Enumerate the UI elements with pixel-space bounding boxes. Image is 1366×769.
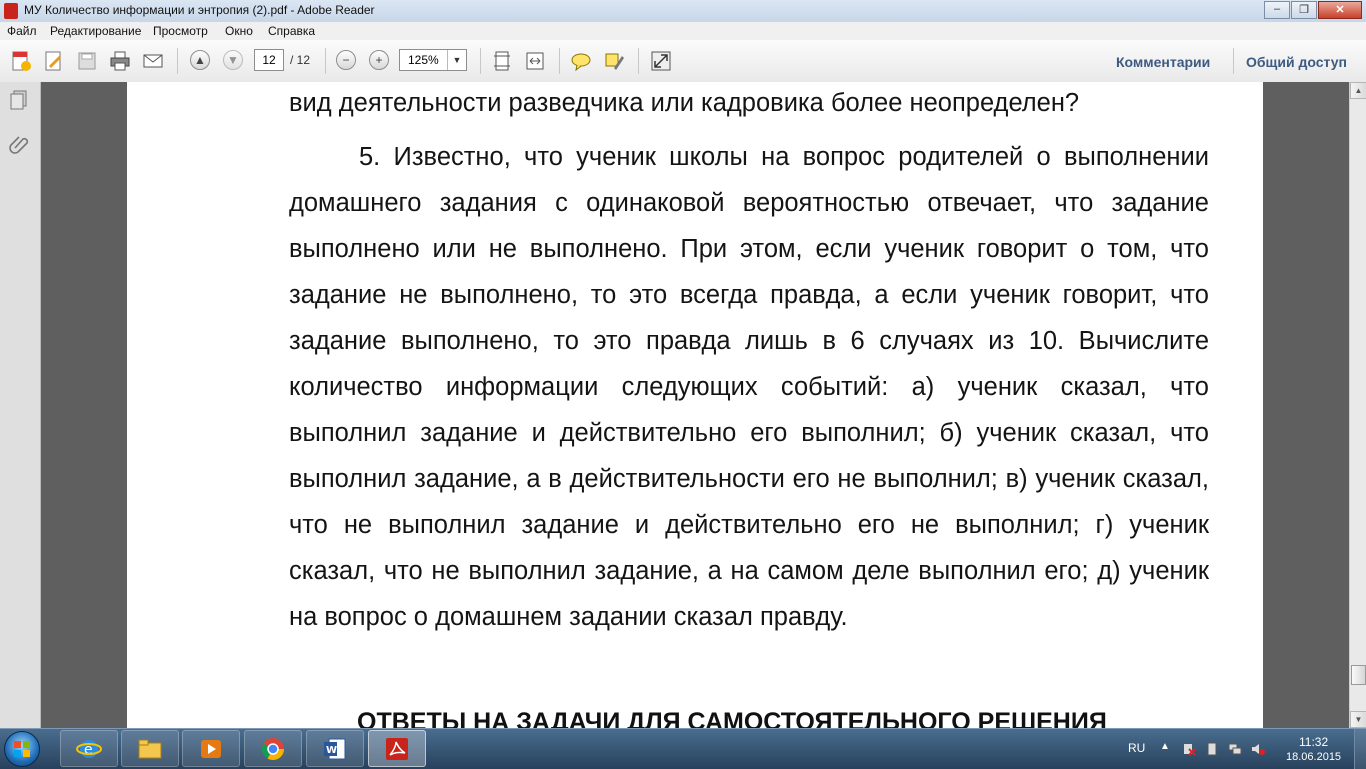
attachments-icon[interactable] [8,133,30,155]
task-text: 5. Известно, что ученик школы на вопрос … [289,143,1209,631]
restore-button[interactable]: ❐ [1291,1,1317,19]
navigation-pane [0,82,41,728]
start-button[interactable] [4,731,40,767]
zoom-in-button[interactable]: + [369,50,389,70]
tray-device-icon[interactable] [1205,742,1219,756]
create-pdf-icon[interactable] [10,50,32,72]
share-pane-link[interactable]: Общий доступ [1246,54,1347,70]
task-5-paragraph: 5. Известно, что ученик школы на вопрос … [289,134,1209,640]
fit-page-icon[interactable] [491,50,513,72]
save-icon[interactable] [76,50,98,72]
network-icon[interactable] [1228,742,1242,756]
arrow-down-icon: ▼ [227,53,239,67]
highlight-icon[interactable] [603,50,625,72]
show-hidden-icons-button[interactable]: ▲ [1160,741,1170,752]
chevron-down-icon[interactable]: ▼ [447,50,466,70]
media-player-icon [201,740,221,758]
email-icon[interactable] [142,50,164,72]
toolbar-separator [325,48,326,74]
show-desktop-button[interactable] [1354,729,1366,769]
fit-width-icon[interactable] [524,50,546,72]
comment-icon[interactable] [570,50,592,72]
toolbar-separator [1233,48,1234,74]
page-thumbnails-icon[interactable] [8,89,30,111]
tray-flag-icon[interactable] [1182,742,1196,756]
toolbar-separator [480,48,481,74]
fullscreen-icon[interactable] [650,50,672,72]
volume-muted-icon[interactable] [1251,742,1265,756]
print-icon[interactable] [109,50,131,72]
window-title: МУ Количество информации и энтропия (2).… [24,3,375,17]
plus-icon: + [375,53,383,67]
comments-pane-link[interactable]: Комментарии [1116,54,1210,70]
page-number-input[interactable]: 12 [254,49,284,71]
taskbar: e W RU ▲ 11:32 18.06.2015 [0,728,1366,769]
chrome-icon [262,738,284,760]
language-indicator[interactable]: RU [1128,741,1145,755]
clock-date[interactable]: 18.06.2015 [1286,751,1341,763]
scroll-down-button[interactable]: ▼ [1350,711,1366,728]
previous-page-button[interactable]: ▲ [190,50,210,70]
taskbar-internet-explorer[interactable]: e [60,730,118,767]
edit-icon[interactable] [43,50,65,72]
toolbar-separator [638,48,639,74]
close-icon: ✕ [1335,4,1345,16]
toolbar-separator [559,48,560,74]
taskbar-file-explorer[interactable] [121,730,179,767]
menu-view[interactable]: Просмотр [153,24,208,38]
taskbar-word[interactable]: W [306,730,364,767]
menu-window[interactable]: Окно [225,24,253,38]
restore-icon: ❐ [1299,4,1309,16]
folder-icon [138,739,162,759]
adobe-reader-icon [386,738,408,760]
zoom-select[interactable]: 125% ▼ [399,49,467,71]
toolbar-separator [177,48,178,74]
zoom-value: 125% [408,53,439,67]
adobe-reader-icon [4,3,18,19]
text-line: вид деятельности разведчика или кадровик… [289,89,1080,117]
arrow-up-icon: ▲ [194,53,206,67]
window-controls: – ❐ ✕ [1263,1,1362,20]
taskbar-media-player[interactable] [182,730,240,767]
next-page-button[interactable]: ▼ [223,50,243,70]
pdf-page: вид деятельности разведчика или кадровик… [127,82,1263,728]
zoom-out-button[interactable]: − [336,50,356,70]
clock-time[interactable]: 11:32 [1299,735,1328,749]
menu-edit[interactable]: Редактирование [50,24,141,38]
title-bar: МУ Количество информации и энтропия (2).… [0,0,1366,23]
menu-help[interactable]: Справка [268,24,315,38]
internet-explorer-icon: e [76,740,102,758]
close-button[interactable]: ✕ [1318,1,1362,19]
page-total: / 12 [290,53,311,67]
menu-file[interactable]: Файл [7,24,37,38]
scroll-up-button[interactable]: ▲ [1350,82,1366,99]
svg-text:W: W [326,745,337,756]
minimize-icon: – [1273,3,1281,15]
menu-bar: Файл Редактирование Просмотр Окно Справк… [0,22,1366,40]
windows-logo-icon [14,741,30,757]
document-view[interactable]: вид деятельности разведчика или кадровик… [41,82,1349,728]
paragraph-continuation: вид деятельности разведчика или кадровик… [289,82,1209,126]
taskbar-adobe-reader[interactable] [368,730,426,767]
minimize-button[interactable]: – [1264,1,1290,19]
minus-icon: − [342,53,350,67]
word-icon: W [324,738,346,760]
section-heading: ОТВЕТЫ НА ЗАДАЧИ ДЛЯ САМОСТОЯТЕЛЬНОГО РЕ… [357,708,1107,728]
vertical-scrollbar[interactable]: ▲ ▼ [1349,82,1366,728]
taskbar-chrome[interactable] [244,730,302,767]
scroll-thumb[interactable] [1351,665,1366,685]
